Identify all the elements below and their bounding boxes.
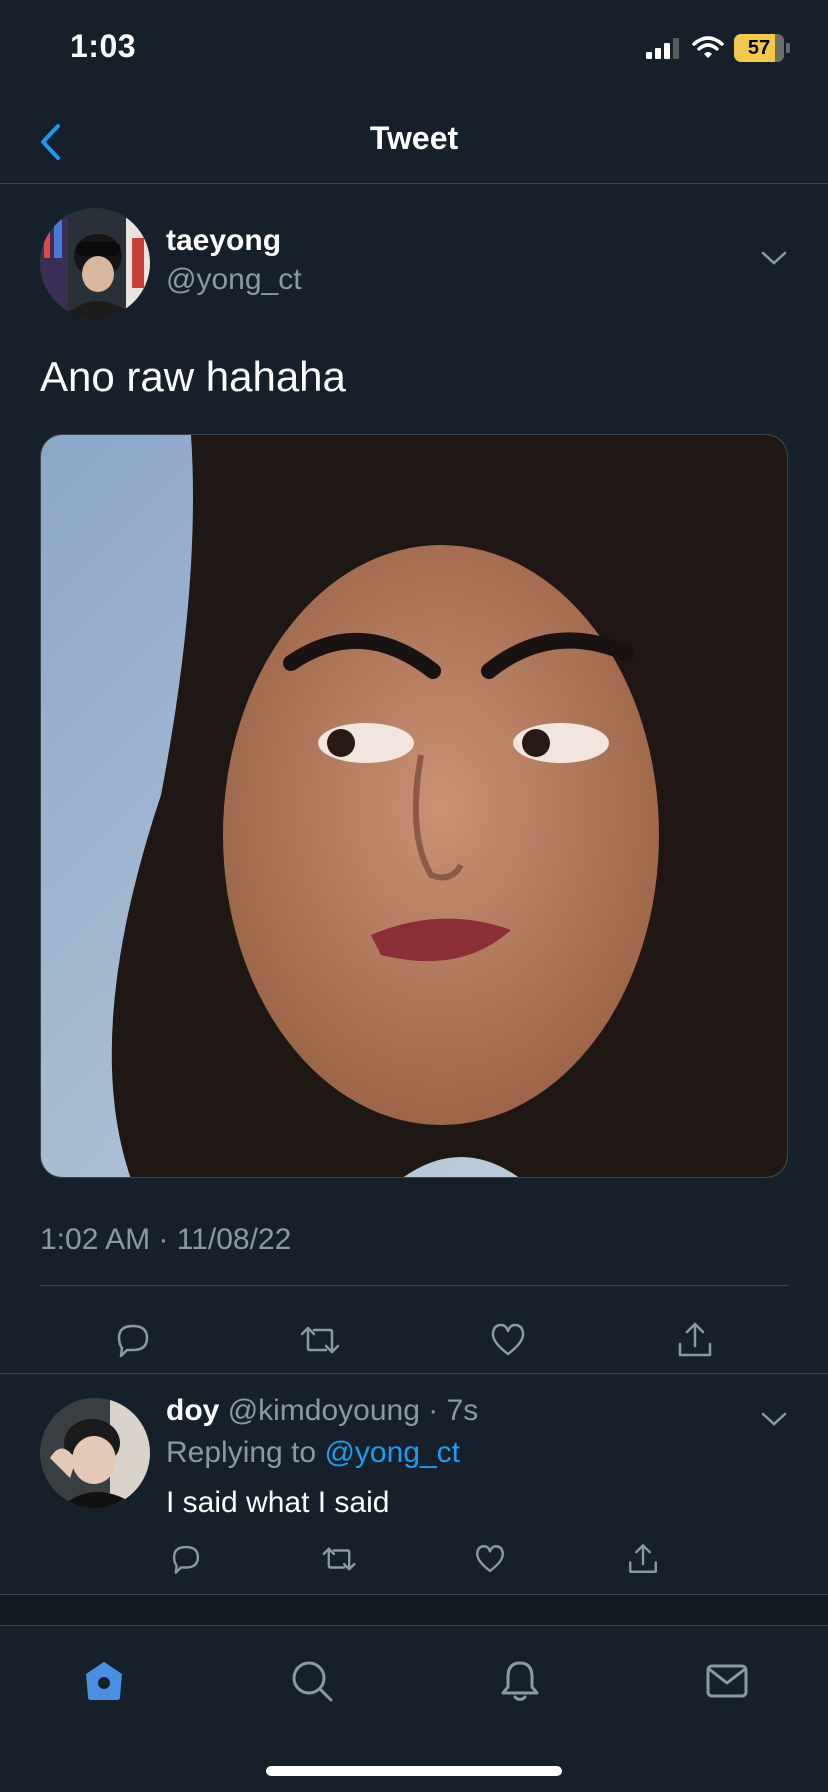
like-icon xyxy=(491,1323,525,1356)
main-tweet: taeyong @yong_ct Ano raw hahaha 1:02 AM … xyxy=(40,185,788,1358)
reply-actions xyxy=(0,1534,828,1594)
tweet-detail-screen: 1:03 57 Tweet taeyong @yong_ct Ano raw h… xyxy=(0,0,828,1792)
reply-button[interactable] xyxy=(161,1534,211,1584)
like-button[interactable] xyxy=(478,1310,538,1370)
tweet-text: Ano raw hahaha xyxy=(40,353,346,400)
tweet-options-button[interactable] xyxy=(760,1410,788,1428)
tab-notifications[interactable] xyxy=(490,1651,550,1711)
username-handle[interactable]: @kimdoyoung xyxy=(228,1394,420,1427)
tab-home[interactable] xyxy=(74,1651,134,1711)
tab-messages[interactable] xyxy=(697,1651,757,1711)
tweet-media-image[interactable] xyxy=(40,434,788,1178)
reply-header: doy @kimdoyoung · 7s xyxy=(166,1394,478,1428)
home-indicator xyxy=(266,1766,562,1776)
home-icon xyxy=(86,1662,122,1700)
tweet-options-button[interactable] xyxy=(760,249,788,267)
reply-icon xyxy=(172,1545,200,1574)
chevron-down-icon xyxy=(761,1412,787,1426)
feed-end-spacer xyxy=(0,1595,828,1625)
retweet-button[interactable] xyxy=(314,1534,364,1584)
status-icons: 57 xyxy=(646,34,790,62)
tweet-header: taeyong @yong_ct xyxy=(40,185,788,318)
reply-button[interactable] xyxy=(103,1310,163,1370)
share-icon xyxy=(629,1544,657,1573)
divider xyxy=(40,1285,788,1286)
display-name[interactable]: taeyong xyxy=(166,224,281,258)
reply-text: I said what I said xyxy=(166,1486,390,1519)
replying-to-label: Replying to xyxy=(166,1436,325,1469)
wifi-icon xyxy=(692,36,724,58)
notifications-icon xyxy=(501,1661,539,1701)
like-icon xyxy=(476,1545,504,1573)
share-button[interactable] xyxy=(618,1534,668,1584)
reply-tweet[interactable]: doy @kimdoyoung · 7s Replying to @yong_c… xyxy=(0,1374,828,1594)
cellular-signal-icon xyxy=(646,38,679,59)
tweet-timestamp: 1:02 AM · 11/08/22 xyxy=(40,1223,292,1256)
status-bar: 1:03 57 xyxy=(0,0,828,100)
retweet-button[interactable] xyxy=(290,1310,350,1370)
avatar[interactable] xyxy=(40,208,150,318)
replying-to-link[interactable]: @yong_ct xyxy=(324,1436,460,1469)
chevron-down-icon xyxy=(761,251,787,265)
like-button[interactable] xyxy=(465,1534,515,1584)
retweet-icon xyxy=(300,1326,340,1354)
status-time: 1:03 xyxy=(70,28,137,64)
messages-icon xyxy=(706,1664,748,1698)
retweet-icon xyxy=(322,1547,356,1571)
avatar[interactable] xyxy=(40,1398,150,1508)
replying-to: Replying to @yong_ct xyxy=(166,1436,460,1470)
battery-level: 57 xyxy=(747,36,771,59)
share-button[interactable] xyxy=(665,1310,725,1370)
display-name[interactable]: doy xyxy=(166,1394,219,1427)
nav-bar: Tweet xyxy=(0,100,828,184)
battery-icon: 57 xyxy=(734,34,790,62)
tweet-age: · 7s xyxy=(419,1394,479,1427)
reply-icon xyxy=(117,1324,149,1358)
share-icon xyxy=(678,1322,712,1357)
page-title: Tweet xyxy=(369,120,459,156)
tab-search[interactable] xyxy=(282,1651,342,1711)
username-handle[interactable]: @yong_ct xyxy=(166,263,302,297)
bottom-tab-bar xyxy=(0,1625,828,1792)
search-icon xyxy=(292,1661,333,1702)
